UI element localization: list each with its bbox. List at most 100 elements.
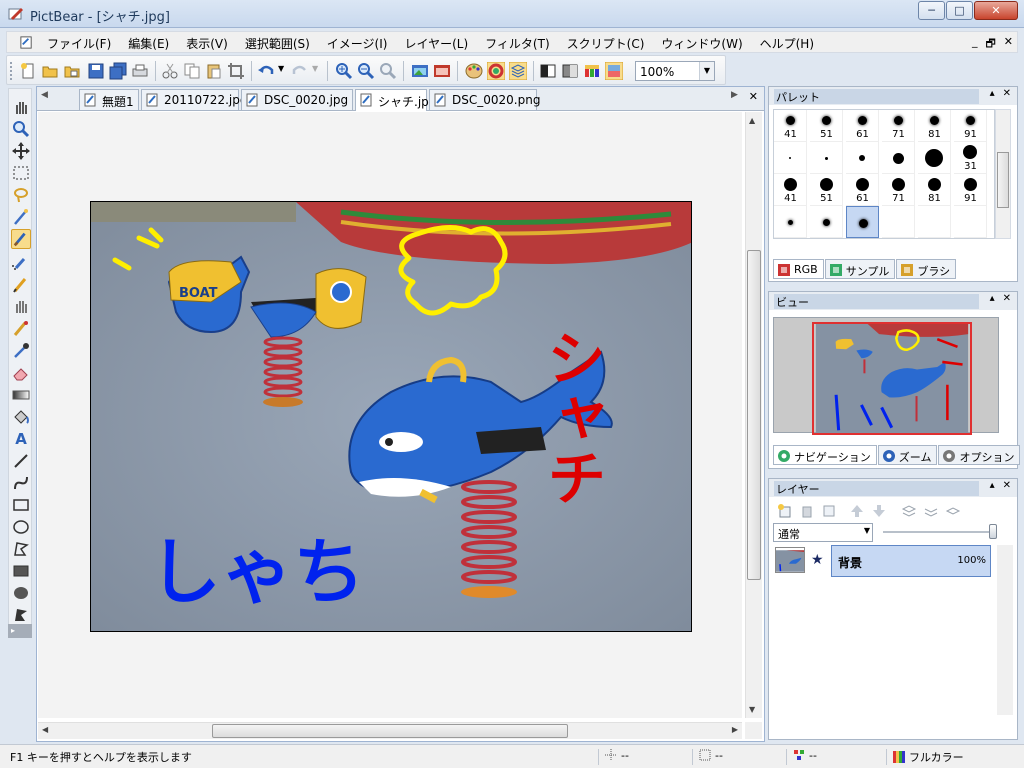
panel-collapse-icon[interactable]: ▴ bbox=[990, 293, 995, 304]
flatten-image-icon[interactable] bbox=[945, 503, 961, 519]
image-window-icon[interactable] bbox=[411, 62, 429, 80]
view-panel-header[interactable]: ビュー ▴ ✕ bbox=[769, 292, 1017, 310]
eyedropper-tool-icon[interactable] bbox=[11, 341, 31, 361]
redo-dropdown-icon[interactable]: ▼ bbox=[312, 64, 318, 73]
cut-icon[interactable] bbox=[161, 62, 179, 80]
eraser-tool-icon[interactable] bbox=[11, 363, 31, 383]
palette-icon[interactable] bbox=[465, 62, 483, 80]
undo-dropdown-icon[interactable]: ▼ bbox=[278, 64, 284, 73]
brush-tool-icon[interactable] bbox=[11, 229, 31, 249]
menu-item-1[interactable]: 編集(E) bbox=[128, 35, 169, 52]
save-icon[interactable] bbox=[87, 62, 105, 80]
merge-visible-icon[interactable] bbox=[923, 503, 939, 519]
smudge-tool-icon[interactable] bbox=[11, 297, 31, 317]
merge-layer-icon[interactable] bbox=[901, 503, 917, 519]
brush-swatch[interactable]: 51 bbox=[810, 174, 843, 206]
polygon-tool-icon[interactable] bbox=[11, 539, 31, 559]
panel-close-icon[interactable]: ✕ bbox=[1003, 88, 1011, 99]
save-all-icon[interactable] bbox=[109, 62, 127, 80]
document-tab-3[interactable]: シャチ.jpg bbox=[355, 89, 436, 111]
brush-swatch[interactable] bbox=[882, 206, 915, 238]
layer-properties-icon[interactable] bbox=[821, 503, 837, 519]
menu-item-8[interactable]: ウィンドウ(W) bbox=[661, 35, 742, 52]
move-tool-icon[interactable] bbox=[11, 141, 31, 161]
brush-swatch[interactable]: 31 bbox=[954, 142, 987, 174]
blend-mode-dropdown-icon[interactable]: ▼ bbox=[864, 526, 870, 535]
document-tab-1[interactable]: 20110722.jpg bbox=[141, 89, 247, 110]
menu-item-6[interactable]: フィルタ(T) bbox=[485, 35, 549, 52]
brush-swatch[interactable] bbox=[882, 142, 915, 174]
horizontal-scroll-thumb[interactable] bbox=[212, 724, 568, 738]
navigator-viewport[interactable] bbox=[812, 322, 972, 435]
zoom-select[interactable]: 100% ▼ bbox=[635, 61, 715, 81]
fill-bucket-tool-icon[interactable] bbox=[11, 407, 31, 427]
pencil-tool-icon[interactable] bbox=[11, 275, 31, 295]
brush-grid-scroll-thumb[interactable] bbox=[997, 152, 1009, 208]
color-balance-icon[interactable] bbox=[583, 62, 601, 80]
menu-item-5[interactable]: レイヤー(L) bbox=[404, 35, 468, 52]
open-recent-icon[interactable] bbox=[63, 62, 81, 80]
print-icon[interactable] bbox=[131, 62, 149, 80]
tool-palette-expand-icon[interactable]: ▸ bbox=[8, 624, 32, 638]
toolbar-grip[interactable] bbox=[10, 62, 13, 80]
ellipse-tool-icon[interactable] bbox=[11, 517, 31, 537]
view-tab-1[interactable]: ズーム bbox=[877, 445, 938, 465]
palette-panel-header[interactable]: パレット ▴ ✕ bbox=[769, 87, 1017, 105]
filled-ellipse-tool-icon[interactable] bbox=[11, 583, 31, 603]
copy-icon[interactable] bbox=[183, 62, 201, 80]
view-tab-2[interactable]: オプション bbox=[938, 445, 1021, 465]
brush-swatch[interactable]: 61 bbox=[846, 174, 879, 206]
document-close-button[interactable]: ✕ bbox=[749, 90, 758, 103]
orca-playground-photo[interactable]: BOAT シャチ しゃち bbox=[91, 202, 692, 632]
brush-grid-scrollbar[interactable] bbox=[995, 109, 1011, 239]
brush-swatch[interactable] bbox=[774, 142, 807, 174]
menu-item-9[interactable]: ヘルプ(H) bbox=[760, 35, 814, 52]
active-layer-star-icon[interactable]: ★ bbox=[811, 552, 824, 568]
menu-item-3[interactable]: 選択範囲(S) bbox=[245, 35, 310, 52]
panel-collapse-icon[interactable]: ▴ bbox=[990, 88, 995, 99]
move-layer-down-icon[interactable] bbox=[871, 503, 887, 519]
menu-item-4[interactable]: イメージ(I) bbox=[327, 35, 388, 52]
palette-tab-1[interactable]: サンプル bbox=[824, 259, 896, 279]
hue-icon[interactable] bbox=[605, 62, 623, 80]
document-icon[interactable] bbox=[19, 35, 34, 50]
vertical-scroll-thumb[interactable] bbox=[747, 250, 761, 580]
scroll-up-icon[interactable]: ▲ bbox=[749, 116, 755, 125]
hand-tool-icon[interactable] bbox=[11, 97, 31, 117]
brush-swatch[interactable]: 51 bbox=[810, 110, 843, 142]
layers-icon[interactable] bbox=[509, 62, 527, 80]
scroll-right-icon[interactable]: ▶ bbox=[732, 725, 738, 734]
brush-swatch[interactable] bbox=[954, 206, 987, 238]
zoom-dropdown-icon[interactable]: ▼ bbox=[699, 62, 714, 80]
brush-swatch[interactable]: 91 bbox=[954, 110, 987, 142]
palette-tab-2[interactable]: ブラシ bbox=[896, 259, 957, 279]
brush-swatch[interactable]: 81 bbox=[918, 110, 951, 142]
document-tab-4[interactable]: DSC_0020.png bbox=[429, 89, 540, 110]
brush-swatch[interactable] bbox=[810, 142, 843, 174]
navigator-preview[interactable] bbox=[773, 317, 999, 435]
panel-close-icon[interactable]: ✕ bbox=[1003, 293, 1011, 304]
mdi-minimize-button[interactable]: _ bbox=[972, 35, 978, 54]
filled-polygon-tool-icon[interactable] bbox=[11, 605, 31, 625]
brush-swatch[interactable]: 71 bbox=[882, 174, 915, 206]
rect-select-tool-icon[interactable] bbox=[11, 163, 31, 183]
mdi-restore-button[interactable]: 🗗 bbox=[985, 35, 995, 54]
brush-swatch[interactable] bbox=[846, 142, 879, 174]
tab-scroll-right-icon[interactable]: ▶ bbox=[731, 90, 738, 100]
view-tab-0[interactable]: ナビゲーション bbox=[773, 445, 877, 465]
brush-swatch[interactable]: 41 bbox=[774, 110, 807, 142]
document-tab-2[interactable]: DSC_0020.jpg bbox=[241, 89, 353, 110]
line-tool-icon[interactable] bbox=[11, 451, 31, 471]
minimize-button[interactable]: ─ bbox=[918, 1, 945, 20]
redo-icon[interactable] bbox=[291, 62, 309, 80]
document-tab-0[interactable]: 無題1 bbox=[79, 89, 139, 110]
brush-swatch[interactable] bbox=[846, 206, 879, 238]
move-layer-up-icon[interactable] bbox=[849, 503, 865, 519]
canvas-background[interactable]: BOAT シャチ しゃち bbox=[38, 112, 742, 718]
layer-opacity-slider[interactable] bbox=[883, 524, 997, 539]
maximize-button[interactable]: □ bbox=[946, 1, 973, 20]
brush-swatch[interactable] bbox=[774, 206, 807, 238]
tab-scroll-left-icon[interactable]: ◀ bbox=[41, 90, 48, 100]
new-layer-icon[interactable] bbox=[777, 503, 793, 519]
brush-swatch[interactable]: 71 bbox=[882, 110, 915, 142]
